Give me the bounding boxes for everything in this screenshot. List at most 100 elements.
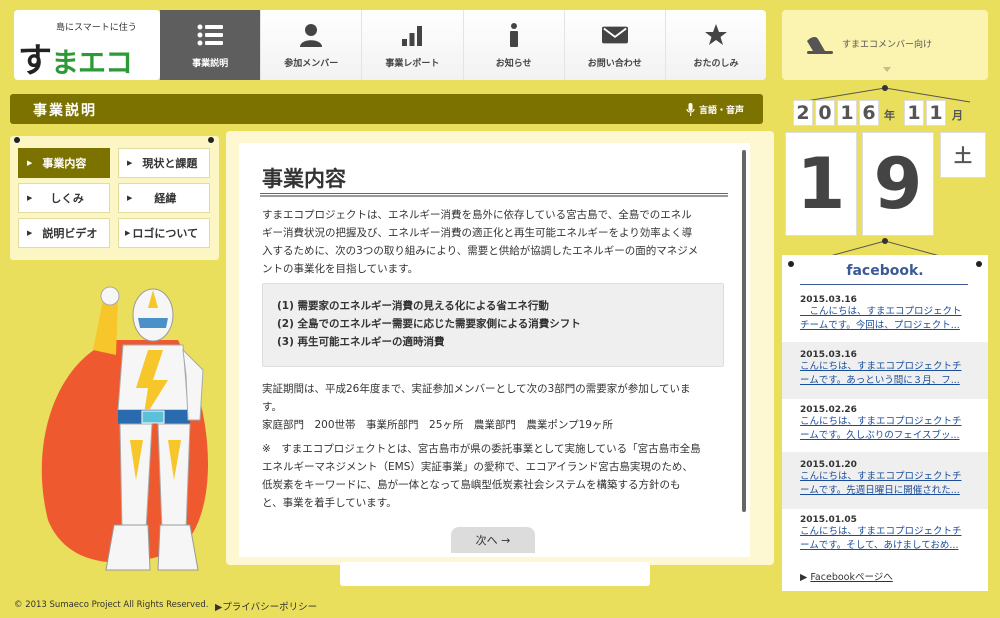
submenu-item-logo[interactable]: ▶ ロゴについて (118, 218, 210, 248)
nav-label: お問い合わせ (587, 59, 642, 69)
list-icon (197, 22, 224, 48)
pin-icon (208, 137, 214, 143)
text-line: 家庭部門 200世帯 事業所部門 25ヶ所 農業部門 農業ポンプ19ヶ所 (262, 419, 613, 431)
witch-hat-icon (803, 33, 835, 58)
nav-item-news[interactable]: お知らせ (462, 10, 564, 80)
board-stand (340, 562, 650, 586)
next-button[interactable]: 次へ → (451, 527, 535, 553)
post-text[interactable]: ームです。そして、あけましておめ... (800, 539, 970, 553)
post-date: 2015.01.20 (800, 460, 857, 470)
submenu-label: 事業内容 (42, 157, 87, 170)
nav-item-members[interactable]: 参加メンバー (260, 10, 362, 80)
calendar-year-unit: 年 (884, 109, 895, 122)
post-text[interactable]: こんにちは、すまエコプロジェクトチ (800, 415, 970, 429)
triangle-right-icon: ▶ (127, 194, 133, 202)
initiatives-box: (1) 需要家のエネルギー消費の見える化による省エネ行動 (2) 全島でのエネル… (262, 283, 724, 367)
triangle-right-icon: ▶ (127, 159, 133, 167)
calendar-month-unit: 月 (952, 109, 963, 122)
note-paragraph: ※ すまエコプロジェクトとは、宮古島市が県の委託事業として実施している「宮古島市… (262, 440, 732, 512)
logo-tagline: 島にスマートに住う (56, 23, 137, 33)
facebook-post[interactable]: 2015.01.20 こんにちは、すまエコプロジェクトチ ームです。先週日曜日に… (782, 452, 988, 509)
pin-icon (14, 137, 20, 143)
post-date: 2015.02.26 (800, 405, 857, 415)
post-date: 2015.03.16 (800, 350, 857, 360)
text-line: ギー消費状況の把握及び、エネルギー消費の適正化と再生可能エネルギーをより効率よく… (262, 227, 693, 239)
facebook-logo: facebook. (846, 263, 924, 279)
nav-item-contact[interactable]: お問い合わせ (563, 10, 665, 80)
privacy-policy-link[interactable]: ▶プライバシーポリシー (215, 599, 317, 613)
submenu-label: しくみ (50, 192, 84, 205)
submenu-label: 説明ビデオ (42, 227, 98, 240)
post-text[interactable]: ームです。先週日曜日に開催された... (800, 484, 970, 498)
text-line: すまエコプロジェクトは、エネルギー消費を島外に依存している宮古島で、全島でのエネ… (262, 209, 692, 221)
logo[interactable]: すまエコ (18, 33, 133, 82)
initiative-item: (1) 需要家のエネルギー消費の見える化による省エネ行動 (277, 300, 549, 312)
submenu-label: 経緯 (154, 192, 177, 205)
post-date: 2015.03.16 (800, 295, 857, 305)
facebook-post[interactable]: 2015.03.16 こんにちは、すまエコプロジェクト チームです。今回は、プロ… (782, 287, 988, 344)
submenu-item-overview[interactable]: ▶ 事業内容 (18, 148, 110, 178)
triangle-right-icon: ▶ (27, 229, 33, 237)
calendar-year-digit: 6 (859, 100, 879, 126)
language-voice-button[interactable]: 言語・音声 (686, 103, 744, 116)
facebook-post[interactable]: 2015.01.05 こんにちは、すまエコプロジェクトチ ームです。そして、あけ… (782, 507, 988, 564)
facebook-post[interactable]: 2015.02.26 こんにちは、すまエコプロジェクトチ ームです。久しぶりのフ… (782, 397, 988, 454)
star-icon (703, 22, 729, 48)
content-scrollbar[interactable] (742, 150, 746, 512)
submenu-item-issues[interactable]: ▶ 現状と課題 (118, 148, 210, 178)
logo-rest: まエコ (51, 46, 133, 79)
initiative-item: (2) 全島でのエネルギー需要に応じた需要家側による消費シフト (277, 318, 581, 330)
text-line: 入するために、次の3つの取り組みにより、需要と供給が協調したエネルギーの面的マネ… (262, 245, 699, 257)
calendar-month-digit: 1 (904, 100, 924, 126)
text-line: エネルギーマネジメント（EMS）実証事業」の愛称で、エコアイランド宮古島実現のた… (262, 461, 693, 473)
intro-paragraph: すまエコプロジェクトは、エネルギー消費を島外に依存している宮古島で、全島でのエネ… (262, 206, 732, 278)
facebook-page-link[interactable]: ▶ Facebookページへ (800, 569, 893, 583)
post-text[interactable]: こんにちは、すまエコプロジェクトチ (800, 470, 970, 484)
initiative-item: (3) 再生可能エネルギーの適時消費 (277, 336, 445, 348)
text-line: ※ すまエコプロジェクトとは、宮古島市が県の委託事業として実施している「宮古島市… (262, 443, 701, 455)
page-title: 事業説明 (33, 103, 97, 119)
triangle-right-icon: ▶ (800, 572, 808, 583)
logo-su: す (18, 41, 52, 81)
language-voice-label: 言語・音声 (699, 106, 745, 116)
submenu-item-history[interactable]: ▶ 経緯 (118, 183, 210, 213)
calendar-year-digit: 1 (837, 100, 857, 126)
post-text[interactable]: こんにちは、すまエコプロジェクトチ (800, 525, 970, 539)
post-text[interactable]: ームです。久しぶりのフェイスブッ... (800, 429, 970, 443)
content-heading: 事業内容 (262, 167, 346, 191)
nav-item-report[interactable]: 事業レポート (361, 10, 463, 80)
triangle-right-icon: ▶ (27, 194, 33, 202)
submenu-item-mechanism[interactable]: ▶ しくみ (18, 183, 110, 213)
post-text[interactable]: チームです。今回は、プロジェクト... (800, 319, 970, 333)
period-paragraph: 実証期間は、平成26年度まで、実証参加メンバーとして次の3部門の需要家が参加して… (262, 380, 732, 434)
nav-item-business[interactable]: 事業説明 (160, 10, 261, 80)
triangle-right-icon: ▶ (27, 159, 33, 167)
nav-label: おたのしみ (693, 59, 739, 69)
calendar-year-digit: 2 (793, 100, 813, 126)
mail-icon (601, 22, 628, 48)
member-area-label: すまエコメンバー向け (842, 40, 933, 50)
heading-underline (260, 193, 728, 197)
nav-label: お知らせ (495, 59, 532, 69)
calendar-year-digit: 0 (815, 100, 835, 126)
text-line: 低炭素をキーワードに、島が一体となって島嶼型低炭素社会システムを構築する方針のも (262, 479, 681, 491)
post-text[interactable]: ームです。あっという間に３月、フ... (800, 374, 970, 388)
main-nav: 事業説明 参加メンバー 事業レポート お知らせ お問い合わせ おたのしみ (160, 10, 766, 80)
nav-label: 参加メンバー (284, 59, 339, 69)
nav-label: 事業説明 (192, 59, 229, 69)
nav-item-fun[interactable]: おたのしみ (664, 10, 766, 80)
calendar-day-digit: 9 (862, 132, 934, 236)
text-line: ントの事業化を目指しています。 (262, 263, 419, 275)
facebook-post[interactable]: 2015.03.16 こんにちは、すまエコプロジェクトチ ームです。あっという間… (782, 342, 988, 399)
facebook-underline (800, 284, 968, 285)
facebook-page-label: Facebookページへ (810, 572, 893, 583)
nav-label: 事業レポート (385, 59, 440, 69)
submenu-item-video[interactable]: ▶ 説明ビデオ (18, 218, 110, 248)
copyright: © 2013 Sumaeco Project All Rights Reserv… (14, 600, 209, 610)
post-text[interactable]: こんにちは、すまエコプロジェクト (800, 305, 970, 319)
submenu-label: 現状と課題 (142, 157, 198, 170)
calendar-day-digit: 1 (785, 132, 857, 236)
post-text[interactable]: こんにちは、すまエコプロジェクトチ (800, 360, 970, 374)
section-title-bar (10, 94, 763, 124)
chevron-down-icon (883, 67, 891, 72)
